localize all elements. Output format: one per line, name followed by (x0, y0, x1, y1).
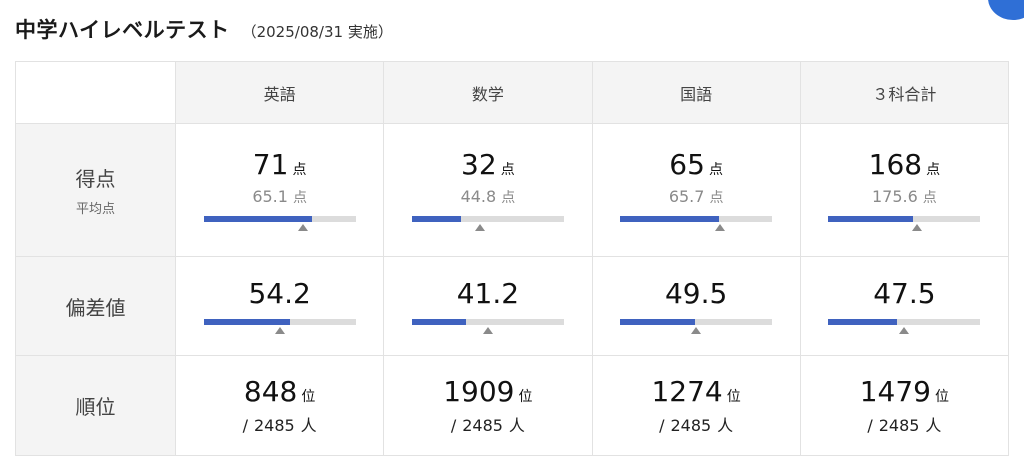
rank-total-value: 2485 (462, 416, 503, 435)
score-unit: 点 (292, 162, 307, 178)
bar-fill (411, 319, 466, 325)
person-unit: 人 (300, 416, 317, 435)
rank-value: 848 (243, 375, 298, 408)
header-row: 英語 数学 国語 ３科合計 (15, 61, 1010, 124)
average-marker-icon (899, 327, 910, 334)
average-marker-icon (912, 224, 923, 231)
deviation-value: 49.5 (664, 277, 728, 310)
score-unit: 点 (500, 162, 515, 178)
average-value: 175.6 (871, 187, 918, 206)
column-header-japanese: 国語 (591, 61, 801, 124)
column-header-math: 数学 (383, 61, 593, 124)
corner-accent (988, 0, 1024, 20)
deviation-bar (203, 319, 356, 335)
bar-fill (203, 216, 312, 222)
rank-slash: / (242, 416, 248, 435)
rank-value: 1909 (443, 375, 515, 408)
score-cell-english: 71 点 65.1 点 (174, 123, 385, 257)
average-unit: 点 (292, 190, 307, 206)
rank-total-value: 2485 (253, 416, 295, 435)
deviation-value: 54.2 (248, 277, 311, 310)
rank-slash: / (450, 416, 457, 435)
score-unit: 点 (708, 162, 723, 178)
rank-total-value: 2485 (670, 416, 712, 435)
score-bar (411, 216, 564, 232)
average-marker-icon (482, 327, 493, 334)
rank-row-label: 順位 (15, 355, 176, 456)
score-value: 71 (252, 148, 289, 181)
page-title: 中学ハイレベルテスト (15, 18, 230, 42)
exam-date: （2025/08/31 実施） (241, 23, 393, 41)
person-unit: 人 (508, 416, 525, 435)
deviation-bar (828, 319, 981, 335)
rank-cell-total: 1479 位 / 2485 人 (799, 355, 1010, 456)
rank-unit: 位 (726, 389, 741, 405)
deviation-row: 偏差値 54.2 41.2 49.5 47.5 (15, 256, 1010, 356)
average-label: 平均点 (75, 202, 115, 217)
score-value: 32 (461, 148, 497, 181)
deviation-cell-english: 54.2 (174, 256, 385, 356)
header-blank-cell (15, 61, 176, 124)
score-value: 65 (669, 148, 705, 181)
bar-fill (828, 319, 898, 325)
rank-cell-math: 1909 位 / 2485 人 (383, 355, 593, 456)
average-marker-icon (691, 327, 702, 334)
person-unit: 人 (717, 416, 734, 435)
score-table: 英語 数学 国語 ３科合計 得点 平均点 71 点 65.1 点 32 点 44.8 点… (15, 61, 1010, 456)
average-marker-icon (297, 224, 308, 231)
average-unit: 点 (922, 190, 937, 206)
rank-unit: 位 (518, 389, 533, 405)
deviation-cell-japanese: 49.5 (591, 256, 801, 356)
deviation-bar (620, 319, 773, 335)
rank-row: 順位 848 位 /2485 人 1909 位 /2485 人 1274 位 /2485 人… (15, 355, 1010, 456)
average-marker-icon (274, 327, 285, 334)
deviation-cell-total: 47.5 (799, 256, 1010, 356)
deviation-row-label: 偏差値 (15, 256, 176, 356)
bar-fill (828, 216, 914, 222)
rank-unit: 位 (935, 389, 949, 405)
average-value: 65.7 (668, 187, 705, 206)
deviation-cell-math: 41.2 (383, 256, 593, 356)
page-header: 中学ハイレベルテスト （2025/08/31 実施） (15, 14, 393, 44)
bar-fill (620, 216, 719, 222)
score-unit: 点 (926, 162, 941, 178)
score-label: 得点 (75, 167, 116, 191)
score-cell-math: 32 点 44.8 点 (383, 123, 593, 257)
average-value: 44.8 (460, 187, 497, 206)
rank-value: 1274 (651, 375, 723, 408)
deviation-value: 41.2 (456, 277, 520, 310)
score-cell-total: 168 点 175.6 点 (799, 123, 1010, 257)
column-header-total: ３科合計 (799, 61, 1010, 124)
rank-label: 順位 (75, 395, 116, 419)
score-cell-japanese: 65 点 65.7 点 (591, 123, 801, 257)
rank-cell-english: 848 位 / 2485 人 (174, 355, 385, 456)
average-value: 65.1 (252, 187, 288, 206)
rank-cell-japanese: 1274 位 / 2485 人 (591, 355, 801, 456)
deviation-value: 47.5 (873, 277, 936, 310)
score-bar (828, 216, 981, 232)
person-unit: 人 (925, 416, 942, 435)
bar-fill (203, 319, 291, 325)
rank-slash: / (659, 416, 665, 435)
rank-total-value: 2485 (878, 416, 920, 435)
score-row-label: 得点 平均点 (15, 123, 176, 257)
column-header-english: 英語 (174, 61, 385, 124)
deviation-label: 偏差値 (65, 295, 126, 320)
bar-fill (620, 319, 696, 325)
score-bar (203, 216, 356, 232)
average-unit: 点 (501, 190, 516, 206)
score-value: 168 (868, 148, 923, 181)
deviation-bar (411, 319, 564, 335)
bar-fill (411, 216, 461, 222)
average-marker-icon (474, 224, 485, 231)
rank-value: 1479 (859, 375, 931, 408)
rank-slash: / (867, 416, 873, 435)
score-bar (620, 216, 773, 232)
average-unit: 点 (709, 190, 724, 206)
rank-unit: 位 (301, 389, 316, 405)
average-marker-icon (714, 224, 725, 231)
score-row: 得点 平均点 71 点 65.1 点 32 点 44.8 点 65 点 65.7 点 168… (15, 123, 1010, 257)
